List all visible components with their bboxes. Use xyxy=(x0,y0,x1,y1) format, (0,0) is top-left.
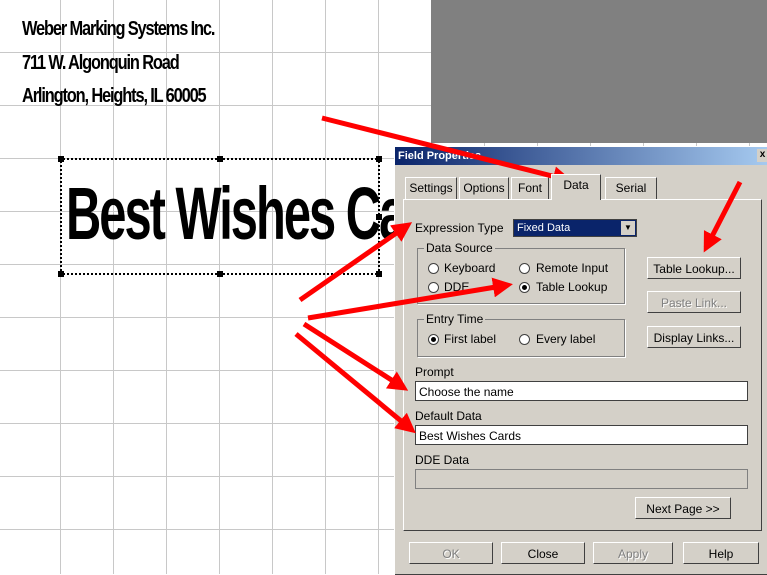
ok-button[interactable]: OK xyxy=(409,542,493,564)
radio-dde[interactable] xyxy=(428,282,439,293)
table-lookup-label[interactable]: Table Lookup xyxy=(536,280,607,294)
resize-handle-top-left[interactable] xyxy=(58,156,64,162)
tab-options[interactable]: Options xyxy=(459,177,509,199)
tab-settings[interactable]: Settings xyxy=(405,177,457,199)
radio-table-lookup[interactable] xyxy=(519,282,530,293)
resize-handle-top-middle[interactable] xyxy=(217,156,223,162)
next-page-button[interactable]: Next Page >> xyxy=(635,497,731,519)
every-label-label[interactable]: Every label xyxy=(536,332,595,346)
resize-handle-top-right[interactable] xyxy=(376,156,382,162)
dde-data-input[interactable] xyxy=(415,469,748,489)
address-line-2[interactable]: 711 W. Algonquin Road xyxy=(22,52,180,75)
expression-type-label: Expression Type xyxy=(415,221,504,235)
keyboard-label[interactable]: Keyboard xyxy=(444,261,495,275)
close-button[interactable]: Close xyxy=(501,542,585,564)
entry-time-group: Entry Time First label Every label xyxy=(417,312,625,357)
selected-text-field[interactable]: Best Wishes Cards xyxy=(58,156,476,277)
paste-link-button[interactable]: Paste Link... xyxy=(647,291,741,313)
data-source-group: Data Source Keyboard Remote Input DDE Ta… xyxy=(417,241,625,304)
dialog-title: Field Properties xyxy=(398,150,482,162)
field-properties-dialog: Field Properties x Settings Options Font… xyxy=(394,146,767,575)
prompt-input[interactable]: Choose the name xyxy=(415,381,748,401)
tab-font[interactable]: Font xyxy=(511,177,549,199)
resize-handle-bottom-middle[interactable] xyxy=(217,271,223,277)
data-source-legend: Data Source xyxy=(424,241,495,255)
expression-type-select[interactable]: Fixed Data ▼ xyxy=(513,219,637,237)
dde-label[interactable]: DDE xyxy=(444,280,469,294)
resize-handle-bottom-right[interactable] xyxy=(376,271,382,277)
close-icon[interactable]: x xyxy=(757,149,767,162)
remote-input-label[interactable]: Remote Input xyxy=(536,261,608,275)
tab-data[interactable]: Data xyxy=(551,174,601,200)
display-links-button[interactable]: Display Links... xyxy=(647,326,741,348)
entry-time-legend: Entry Time xyxy=(424,312,486,326)
apply-button[interactable]: Apply xyxy=(593,542,673,564)
resize-handle-bottom-left[interactable] xyxy=(58,271,64,277)
dde-data-label: DDE Data xyxy=(415,453,470,467)
first-label-label[interactable]: First label xyxy=(444,332,496,346)
address-line-3[interactable]: Arlington, Heights, IL 60005 xyxy=(22,85,207,108)
background-gray-area xyxy=(431,0,767,143)
radio-every-label[interactable] xyxy=(519,334,530,345)
resize-handle-middle-right[interactable] xyxy=(376,214,382,220)
radio-remote-input[interactable] xyxy=(519,263,530,274)
tab-serial[interactable]: Serial xyxy=(605,177,657,199)
default-data-label: Default Data xyxy=(415,409,482,423)
prompt-label: Prompt xyxy=(415,365,454,379)
radio-first-label[interactable] xyxy=(428,334,439,345)
help-button[interactable]: Help xyxy=(683,542,759,564)
table-lookup-button[interactable]: Table Lookup... xyxy=(647,257,741,279)
radio-keyboard[interactable] xyxy=(428,263,439,274)
address-line-1[interactable]: Weber Marking Systems Inc. xyxy=(22,18,215,41)
dialog-title-bar[interactable]: Field Properties x xyxy=(395,147,767,165)
default-data-input[interactable]: Best Wishes Cards xyxy=(415,425,748,445)
expression-type-value: Fixed Data xyxy=(517,222,571,234)
chevron-down-icon[interactable]: ▼ xyxy=(621,221,635,235)
